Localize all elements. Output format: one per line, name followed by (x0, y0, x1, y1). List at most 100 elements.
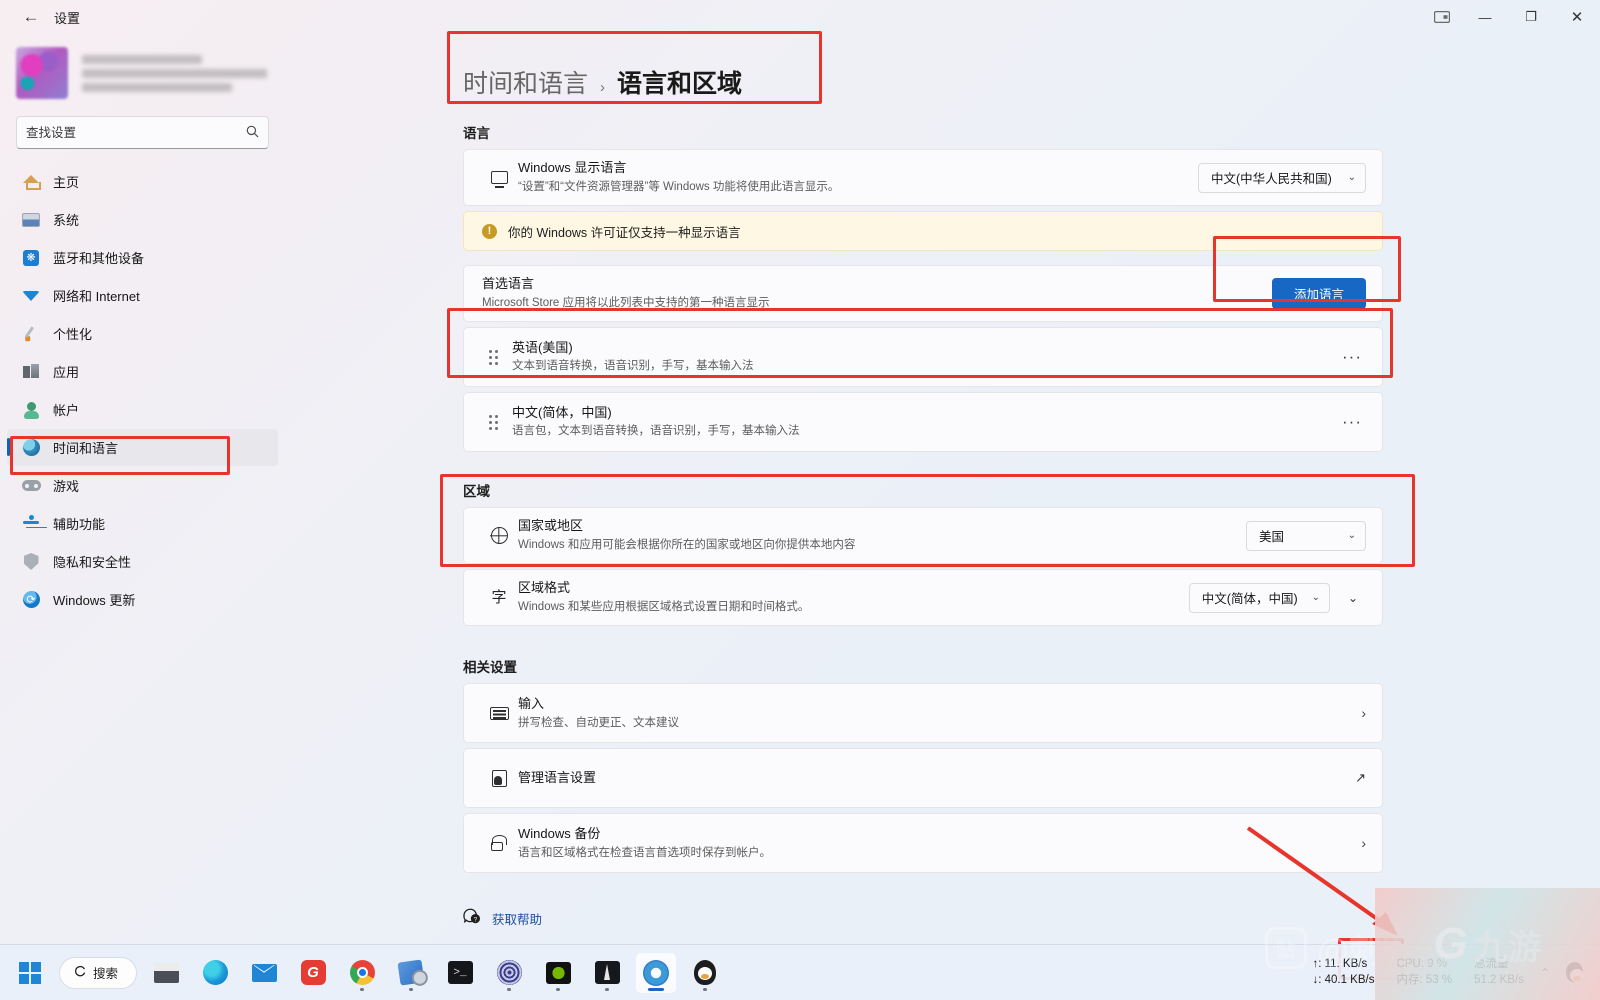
sidebar-item-accessibility[interactable]: 辅助功能 (7, 505, 278, 542)
maximize-button[interactable]: ❐ (1508, 0, 1554, 34)
close-button[interactable]: ✕ (1554, 0, 1600, 34)
sidebar-item-personalization[interactable]: 个性化 (7, 315, 278, 352)
sidebar-item-system[interactable]: 系统 (7, 201, 278, 238)
license-warning-banner: ! 你的 Windows 许可证仅支持一种显示语言 (463, 211, 1383, 251)
profile-email-redacted (82, 69, 267, 78)
download-rate: ↓: 40.1 KB/s (1312, 973, 1374, 989)
sidebar-nav-list: 主页 系统 ❋ 蓝牙和其他设备 网络和 Internet 个性化 应用 帐户 时 (0, 163, 285, 618)
related-item-manage-language[interactable]: 管理语言设置 ↗ (463, 748, 1383, 808)
blue-app-icon[interactable] (391, 953, 431, 993)
expand-card-chevron-icon[interactable]: ⌄ (1340, 591, 1366, 605)
gaming-controller-icon (18, 480, 44, 491)
display-language-card[interactable]: Windows 显示语言 “设置”和“文件资源管理器”等 Windows 功能将… (463, 149, 1383, 206)
cast-screen-icon[interactable] (1422, 1, 1462, 33)
display-language-subtitle: “设置”和“文件资源管理器”等 Windows 功能将使用此语言显示。 (518, 179, 1198, 196)
regional-format-card[interactable]: 字 区域格式 Windows 和某些应用根据区域格式设置日期和时间格式。 中文(… (463, 569, 1383, 626)
file-explorer-icon[interactable] (146, 953, 186, 993)
windows-start-icon[interactable] (10, 953, 50, 993)
sidebar-item-home[interactable]: 主页 (7, 163, 278, 200)
sidebar-item-label: 蓝牙和其他设备 (53, 248, 144, 267)
related-title: 输入 (518, 695, 1344, 714)
regional-format-subtitle: Windows 和某些应用根据区域格式设置日期和时间格式。 (518, 599, 1189, 616)
sidebar-item-privacy[interactable]: 隐私和安全性 (7, 543, 278, 580)
svg-text:?: ? (474, 917, 478, 924)
spiral-app-icon[interactable] (489, 953, 529, 993)
nvidia-icon[interactable] (538, 953, 578, 993)
preferred-languages-card: 首选语言 Microsoft Store 应用将以此列表中支持的第一种语言显示 … (463, 265, 1383, 322)
display-language-title: Windows 显示语言 (518, 159, 1198, 178)
warning-icon: ! (482, 224, 497, 239)
country-region-card[interactable]: 国家或地区 Windows 和应用可能会根据你所在的国家或地区向你提供本地内容 … (463, 507, 1383, 564)
chrome-browser-icon[interactable] (342, 953, 382, 993)
search-input[interactable] (26, 126, 246, 140)
drag-handle-icon[interactable] (480, 415, 506, 430)
personalization-brush-icon (18, 326, 44, 342)
qq-penguin-icon[interactable] (685, 953, 725, 993)
window-controls: — ❐ ✕ (1422, 0, 1600, 34)
qq-penguin-tray-icon[interactable] (1566, 962, 1586, 984)
search-settings-box[interactable] (16, 116, 269, 149)
assassins-creed-icon[interactable] (587, 953, 627, 993)
chevron-down-icon: ⌄ (1348, 530, 1356, 541)
chevron-down-icon: ⌄ (1312, 592, 1320, 603)
language-more-options-button[interactable]: ··· (1342, 412, 1366, 432)
bluetooth-icon: ❋ (18, 250, 44, 266)
language-row-english[interactable]: 英语(美国) 文本到语音转换，语音识别，手写，基本输入法 ··· (463, 327, 1383, 387)
terminal-icon[interactable]: >_ (440, 953, 480, 993)
network-icon (18, 290, 44, 302)
sidebar-item-label: 游戏 (53, 476, 79, 495)
user-profile[interactable] (0, 34, 285, 100)
format-character-icon: 字 (480, 590, 518, 605)
sidebar-item-label: 应用 (53, 362, 79, 381)
sidebar-item-apps[interactable]: 应用 (7, 353, 278, 390)
monitor-icon (480, 171, 518, 184)
language-name: 英语(美国) (512, 339, 1342, 358)
related-item-input[interactable]: 输入 拼写检查、自动更正、文本建议 › (463, 683, 1383, 743)
sidebar-item-time-language[interactable]: 时间和语言 (7, 429, 278, 466)
regional-format-title: 区域格式 (518, 579, 1189, 598)
drag-handle-icon[interactable] (480, 350, 506, 365)
chevron-right-icon: › (1344, 705, 1366, 721)
sidebar-item-label: 个性化 (53, 324, 92, 343)
settings-gear-icon[interactable] (636, 953, 676, 993)
section-header-related: 相关设置 (463, 656, 1600, 676)
display-language-dropdown[interactable]: 中文(中华人民共和国) ⌄ (1198, 163, 1366, 193)
get-help-link[interactable]: ? 获取帮助 (463, 907, 1600, 929)
sidebar-item-label: 帐户 (53, 400, 79, 419)
sidebar-item-label: 隐私和安全性 (53, 552, 131, 571)
settings-content: 时间和语言 › 语言和区域 语言 Windows 显示语言 “设置”和“文件资源… (285, 34, 1600, 944)
minimize-button[interactable]: — (1462, 0, 1508, 34)
sidebar-item-windows-update[interactable]: ⟳ Windows 更新 (7, 581, 278, 618)
country-region-dropdown[interactable]: 美国 ⌄ (1246, 521, 1366, 551)
g-game-icon[interactable]: G (293, 953, 333, 993)
breadcrumb-parent[interactable]: 时间和语言 (463, 64, 588, 100)
get-help-label: 获取帮助 (492, 909, 542, 928)
manage-language-icon (480, 770, 518, 786)
network-stats[interactable]: ↑: 11. KB/s ↓: 40.1 KB/s CPU: 9 % 内存: 53… (1312, 957, 1524, 988)
taskbar-search[interactable]: 搜索 (59, 957, 137, 989)
breadcrumb-separator: › (600, 79, 605, 96)
edge-browser-icon[interactable] (195, 953, 235, 993)
external-link-icon: ↗ (1355, 770, 1366, 786)
back-button[interactable]: ← (10, 2, 52, 32)
mail-icon[interactable] (244, 953, 284, 993)
sidebar-item-network[interactable]: 网络和 Internet (7, 277, 278, 314)
sidebar-item-bluetooth[interactable]: ❋ 蓝牙和其他设备 (7, 239, 278, 276)
add-language-button[interactable]: 添加语言 (1272, 278, 1366, 309)
profile-name-redacted (82, 55, 202, 64)
home-icon (18, 174, 44, 189)
language-more-options-button[interactable]: ··· (1342, 347, 1366, 367)
language-row-chinese[interactable]: 中文(简体，中国) 语言包，文本到语音转换，语音识别，手写，基本输入法 ··· (463, 392, 1383, 452)
display-language-value: 中文(中华人民共和国) (1211, 168, 1332, 187)
regional-format-dropdown[interactable]: 中文(简体，中国) ⌄ (1189, 583, 1330, 613)
search-icon (246, 125, 259, 141)
show-hidden-icons-chevron[interactable]: ⌃ (1540, 966, 1550, 980)
section-header-language: 语言 (463, 122, 1600, 142)
profile-text-blurred (82, 55, 267, 92)
help-icon: ? (463, 907, 481, 929)
preferred-languages-subtitle: Microsoft Store 应用将以此列表中支持的第一种语言显示 (482, 295, 1272, 312)
sidebar-item-gaming[interactable]: 游戏 (7, 467, 278, 504)
sidebar-item-accounts[interactable]: 帐户 (7, 391, 278, 428)
related-item-windows-backup[interactable]: Windows 备份 语言和区域格式在检查语言首选项时保存到帐户。 › (463, 813, 1383, 873)
section-header-region: 区域 (463, 480, 1600, 500)
